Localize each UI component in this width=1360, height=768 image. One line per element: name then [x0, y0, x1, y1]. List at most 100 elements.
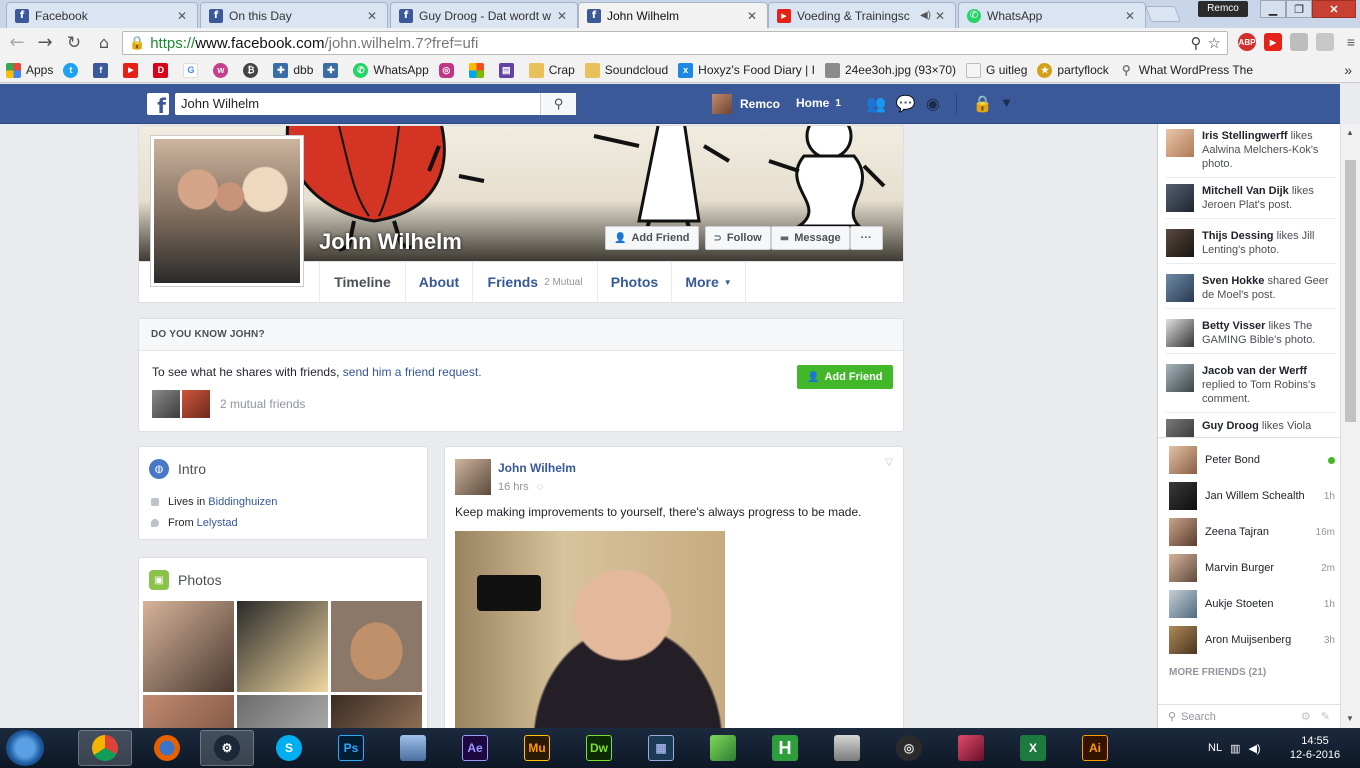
scroll-down-icon[interactable]: ▼: [1346, 714, 1354, 723]
extension-icon[interactable]: [1290, 33, 1308, 51]
bookmark-instagram[interactable]: ◎: [438, 62, 459, 78]
taskbar-monitor[interactable]: [820, 730, 874, 766]
chat-contact[interactable]: Marvin Burger 2m: [1169, 551, 1335, 585]
taskbar-photoshop[interactable]: Ps: [324, 730, 378, 766]
taskbar-muse[interactable]: Mu: [510, 730, 564, 766]
restore-icon[interactable]: ❐: [1286, 0, 1312, 18]
taskbar-video[interactable]: ▦: [634, 730, 688, 766]
ticker-item[interactable]: Guy Droog likes Viola: [1166, 419, 1336, 437]
add-friend-button[interactable]: 👤 Add Friend: [605, 226, 699, 250]
post-author-link[interactable]: John Wilhelm: [498, 461, 576, 475]
photo-thumbnail[interactable]: [331, 695, 422, 728]
close-icon[interactable]: ✕: [747, 9, 759, 23]
bookmark-puzzle[interactable]: ✚: [323, 62, 343, 78]
more-options-button[interactable]: ···: [849, 226, 883, 250]
taskbar-h-app[interactable]: H: [758, 730, 812, 766]
facebook-logo-icon[interactable]: f: [147, 93, 169, 118]
avatar[interactable]: [182, 390, 210, 418]
ticker-item[interactable]: Mitchell Van Dijk likes Jeroen Plat's po…: [1166, 184, 1336, 219]
taskbar-chrome[interactable]: [78, 730, 132, 766]
ticker-item[interactable]: Iris Stellingwerff likes Aalwina Melcher…: [1166, 129, 1336, 178]
chevron-right-icon[interactable]: »: [1344, 62, 1352, 78]
bookmark-dbb[interactable]: ✚ dbb: [273, 62, 313, 78]
taskbar-after-effects[interactable]: Ae: [448, 730, 502, 766]
from-place-link[interactable]: Lelystad: [197, 517, 238, 529]
more-friends-heading[interactable]: MORE FRIENDS (21): [1169, 667, 1266, 678]
bookmark-soundcloud[interactable]: Soundcloud: [584, 62, 668, 78]
ticker-item[interactable]: Thijs Dessing likes Jill Lenting's photo…: [1166, 229, 1336, 264]
zoom-icon[interactable]: ⚲: [1191, 34, 1202, 52]
chevron-down-icon[interactable]: ▽: [885, 457, 893, 468]
add-friend-button[interactable]: 👤 Add Friend: [797, 365, 893, 389]
address-bar[interactable]: 🔒 https://www.facebook.com/john.wilhelm.…: [122, 31, 1228, 55]
minimize-icon[interactable]: ▁: [1260, 0, 1286, 18]
bookmark-hoxyz[interactable]: x Hoxyz's Food Diary | I: [678, 62, 815, 78]
bookmark-whatsapp[interactable]: ✆ WhatsApp: [353, 62, 429, 78]
tab-photos[interactable]: Photos: [597, 262, 671, 302]
menu-icon[interactable]: ≡: [1342, 33, 1360, 51]
messages-icon[interactable]: 💬: [896, 94, 916, 114]
taskbar-dreamweaver[interactable]: Dw: [572, 730, 626, 766]
chat-contact[interactable]: Zeena Tajran 16m: [1169, 515, 1335, 549]
chat-contact[interactable]: Jan Willem Schealth 1h: [1169, 479, 1335, 513]
language-indicator[interactable]: NL: [1208, 742, 1222, 754]
bookmark-twitter[interactable]: t: [63, 62, 83, 78]
mutual-friends-text[interactable]: 2 mutual friends: [220, 397, 305, 411]
photo-thumbnail[interactable]: [143, 695, 234, 728]
taskbar-firefox[interactable]: [140, 730, 194, 766]
chat-search-input[interactable]: ⚲ Search ⚙ ✎: [1158, 704, 1340, 728]
avatar[interactable]: [152, 390, 180, 418]
bookmark-bitcoin[interactable]: ₿: [243, 62, 263, 78]
taskbar-game[interactable]: [944, 730, 998, 766]
bookmark-g-uitleg[interactable]: G uitleg: [966, 62, 1027, 78]
chat-contact[interactable]: Peter Bond: [1169, 443, 1335, 477]
bookmark-partyflock[interactable]: ★ partyflock: [1037, 62, 1109, 78]
bookmark-twitch[interactable]: ▤: [498, 62, 519, 78]
chevron-down-icon[interactable]: ▼: [1003, 94, 1011, 114]
ticker-item[interactable]: Jacob van der Werff replied to Tom Robin…: [1166, 364, 1336, 413]
tab-john-wilhelm[interactable]: f John Wilhelm ✕: [578, 2, 768, 28]
bookmark-image[interactable]: 24ee3oh.jpg (93×70): [824, 62, 956, 78]
chat-contact[interactable]: Aron Muijsenberg 3h: [1169, 623, 1335, 657]
new-tab-button[interactable]: [1145, 6, 1181, 22]
bookmark-wordpress-theme[interactable]: ⚲ What WordPress The: [1119, 63, 1253, 78]
bookmark-youtube[interactable]: ▶: [123, 62, 143, 78]
post-photo[interactable]: [455, 531, 725, 728]
tab-on-this-day[interactable]: f On this Day ✕: [200, 2, 388, 28]
taskbar-steam[interactable]: ⚙: [200, 730, 254, 766]
taskbar-explorer[interactable]: [386, 730, 440, 766]
page-scrollbar[interactable]: ▲ ▼: [1340, 124, 1360, 728]
close-window-icon[interactable]: ✕: [1312, 0, 1356, 18]
bookmark-crap[interactable]: Crap: [528, 62, 575, 78]
profile-name[interactable]: John Wilhelm: [319, 229, 462, 255]
ticker-item[interactable]: Betty Visser likes The GAMING Bible's ph…: [1166, 319, 1336, 354]
close-icon[interactable]: ✕: [177, 9, 189, 23]
speaker-icon[interactable]: ◀): [920, 10, 931, 21]
back-arrow-icon[interactable]: ←: [6, 32, 28, 54]
bookmark-google[interactable]: G: [183, 62, 203, 78]
home-icon[interactable]: ⌂: [93, 32, 115, 54]
photo-thumbnail[interactable]: [143, 601, 234, 692]
message-button[interactable]: ▬ Message: [770, 226, 850, 250]
bookmark-dumpert[interactable]: D: [153, 62, 173, 78]
search-icon[interactable]: ⚲: [540, 93, 576, 115]
taskbar-excel[interactable]: X: [1006, 730, 1060, 766]
follow-button[interactable]: ⊃ Follow: [704, 226, 771, 250]
post-timestamp[interactable]: 16 hrs: [498, 481, 529, 493]
bookmark-apps[interactable]: Apps: [6, 62, 53, 78]
scrollbar-thumb[interactable]: [1345, 160, 1356, 422]
close-icon[interactable]: ✕: [935, 9, 947, 23]
close-icon[interactable]: ✕: [1125, 9, 1137, 23]
extension-icon[interactable]: [1316, 33, 1334, 51]
tab-about[interactable]: About: [405, 262, 472, 302]
close-icon[interactable]: ✕: [367, 9, 379, 23]
tab-whatsapp[interactable]: ✆ WhatsApp ✕: [958, 2, 1146, 28]
tab-guy-droog[interactable]: f Guy Droog - Dat wordt w ✕: [390, 2, 578, 28]
scroll-up-icon[interactable]: ▲: [1346, 128, 1354, 137]
youtube-extension-icon[interactable]: ▶: [1264, 33, 1282, 51]
chat-contact[interactable]: Aukje Stoeten 1h: [1169, 587, 1335, 621]
taskbar-illustrator[interactable]: Ai: [1068, 730, 1122, 766]
system-clock[interactable]: 14:55 12-6-2016: [1282, 734, 1348, 762]
photo-thumbnail[interactable]: [237, 601, 328, 692]
bookmark-windows[interactable]: [468, 62, 489, 78]
